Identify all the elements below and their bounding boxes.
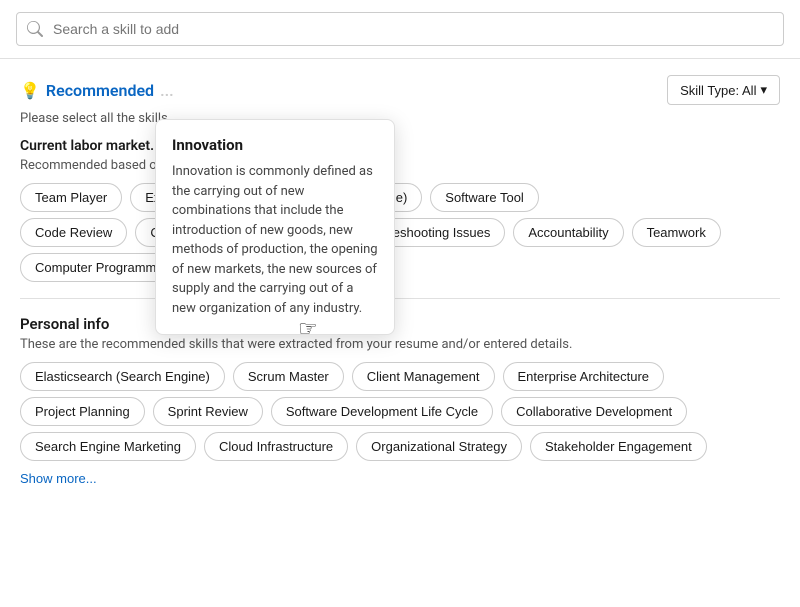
skill-tag-search-engine-marketing[interactable]: Search Engine Marketing — [20, 432, 196, 461]
skill-tag-cloud-infrastructure[interactable]: Cloud Infrastructure — [204, 432, 348, 461]
labor-market-label: Current labor market... — [20, 138, 780, 154]
search-bar — [0, 0, 800, 59]
chevron-down-icon: ▾ — [760, 82, 767, 98]
skill-tag-code-review[interactable]: Code Review — [20, 218, 127, 247]
skill-tag-collaborative-development[interactable]: Collaborative Development — [501, 397, 687, 426]
show-more-personal[interactable]: Show more... — [20, 467, 97, 490]
tooltip-body: Innovation is commonly defined as the ca… — [172, 162, 378, 318]
labor-market-desc: Recommended based on... — [20, 158, 780, 173]
personal-skills-row2: Project Planning Sprint Review Software … — [20, 397, 780, 426]
recommended-subtitle: Please select all the skills... — [20, 111, 780, 126]
section-header: 💡 Recommended... Skill Type: All ▾ — [20, 75, 780, 105]
skill-tag-accountability[interactable]: Accountability — [513, 218, 623, 247]
skill-tag-team-player[interactable]: Team Player — [20, 183, 122, 212]
personal-info-desc: These are the recommended skills that we… — [20, 337, 780, 352]
section-divider — [20, 298, 780, 299]
skill-tag-stakeholder-engagement[interactable]: Stakeholder Engagement — [530, 432, 707, 461]
labor-skills-row3: Computer Programming Show more... — [20, 253, 780, 282]
skill-tag-elasticsearch[interactable]: Elasticsearch (Search Engine) — [20, 362, 225, 391]
personal-skills-row3: Search Engine Marketing Cloud Infrastruc… — [20, 432, 780, 461]
skill-tag-scrum-master[interactable]: Scrum Master — [233, 362, 344, 391]
main-content: 💡 Recommended... Skill Type: All ▾ Pleas… — [0, 59, 800, 506]
skill-type-button[interactable]: Skill Type: All ▾ — [667, 75, 780, 105]
skill-tag-project-planning[interactable]: Project Planning — [20, 397, 145, 426]
innovation-tooltip: Innovation Innovation is commonly define… — [155, 119, 395, 335]
skill-tag-organizational-strategy[interactable]: Organizational Strategy — [356, 432, 522, 461]
skill-tag-sprint-review[interactable]: Sprint Review — [153, 397, 263, 426]
labor-skills-row2: Code Review Co-Creation Innovation Troub… — [20, 218, 780, 247]
skill-tag-enterprise-architecture[interactable]: Enterprise Architecture — [503, 362, 665, 391]
personal-info-section: Personal info These are the recommended … — [20, 315, 780, 490]
tooltip-title: Innovation — [172, 136, 378, 154]
skill-tag-teamwork[interactable]: Teamwork — [632, 218, 721, 247]
bulb-icon: 💡 — [20, 81, 40, 100]
personal-info-title: Personal info — [20, 315, 780, 333]
recommended-title: 💡 Recommended... — [20, 81, 174, 100]
skill-tag-sdlc[interactable]: Software Development Life Cycle — [271, 397, 493, 426]
skill-tag-software-tool[interactable]: Software Tool — [430, 183, 539, 212]
personal-skills-row1: Elasticsearch (Search Engine) Scrum Mast… — [20, 362, 780, 391]
search-input[interactable] — [16, 12, 784, 46]
labor-skills-row1: Team Player Excel Python (Programming La… — [20, 183, 780, 212]
skill-tag-client-management[interactable]: Client Management — [352, 362, 495, 391]
